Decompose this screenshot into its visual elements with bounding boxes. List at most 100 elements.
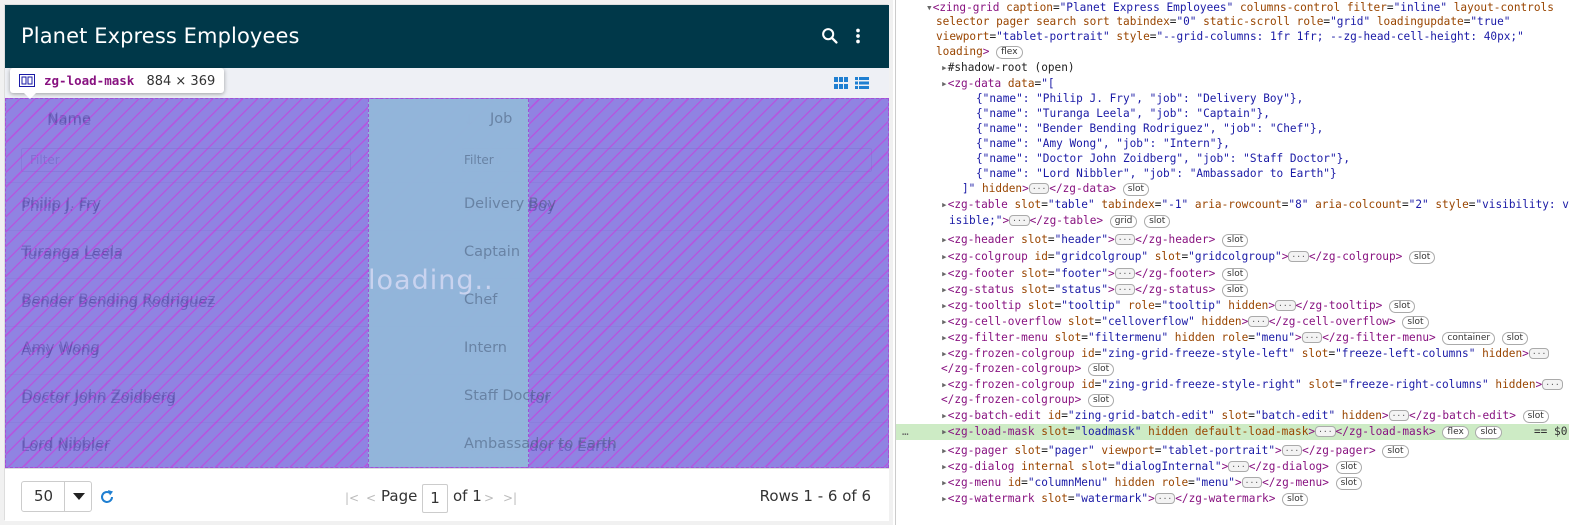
devtools-elements-panel: ▾<zing-grid caption="Planet Express Empl…: [895, 0, 1569, 525]
dom-line: isible;"> ··· </zg-table> grid slot: [949, 213, 1569, 229]
grid-caption: Planet Express Employees: [21, 24, 300, 48]
dom-line: ]" hidden> ··· </zg-data> slot: [962, 181, 1569, 197]
ghost-header-job: Job: [490, 111, 513, 127]
page-label: Page: [381, 487, 418, 505]
dom-line[interactable]: [936, 507, 1569, 523]
pager: 50 |< < Page 1 of 1 > >| Rows 1 - 6 of 6: [5, 468, 889, 521]
load-mask-highlight: Name Job Filter Philip J. Fry Delivery B…: [5, 98, 889, 468]
slot-badge[interactable]: slot: [1389, 300, 1416, 313]
dom-line: {"name": "Philip J. Fry", "job": "Delive…: [976, 92, 1304, 105]
slot-badge[interactable]: slot: [1335, 461, 1362, 474]
last-page-icon[interactable]: >|: [503, 491, 517, 505]
ghost-cell: Turanga Leela: [22, 244, 124, 260]
tooltip-tag: zg-load-mask: [44, 73, 135, 88]
row-layout-icon[interactable]: [854, 75, 870, 91]
flex-container-icon: [19, 74, 35, 87]
dom-line: </zg-frozen-colgroup> slot: [941, 361, 1569, 377]
caption-bar: Planet Express Employees: [5, 5, 889, 68]
slot-badge[interactable]: slot: [1222, 234, 1249, 247]
zing-grid: Planet Express Employees Name Job Filter…: [4, 4, 889, 521]
dom-line: {"name": "Turanga Leela", "job": "Captai…: [976, 107, 1270, 120]
loading-text: loading..: [368, 265, 494, 296]
page-total: of 1: [453, 487, 482, 505]
search-icon[interactable]: [819, 25, 841, 47]
dom-line[interactable]: ▸<zg-colgroup id="gridcolgroup" slot="gr…: [941, 249, 1569, 265]
select-divider: [64, 482, 65, 511]
ghost-cell: Delivery Boy: [464, 196, 557, 212]
dom-line[interactable]: ▸<zg-table slot="table" tabindex="-1" ar…: [941, 197, 1569, 213]
slot-badge[interactable]: slot: [1335, 477, 1362, 490]
slot-badge[interactable]: slot: [1475, 426, 1502, 439]
more-vert-icon[interactable]: [847, 25, 869, 47]
dom-line: loading> flex: [936, 44, 1569, 60]
dom-line[interactable]: ▸<zg-frozen-colgroup id="zing-grid-freez…: [941, 346, 1569, 362]
slot-badge[interactable]: slot: [1087, 394, 1115, 407]
dom-line: viewport="tablet-portrait" style="--grid…: [936, 30, 1524, 43]
ghost-cell: Doctor John Zoidberg: [22, 388, 177, 404]
dom-line[interactable]: ▸<zg-frozen-colgroup id="zing-grid-freez…: [941, 377, 1569, 393]
dom-line[interactable]: ▸<zg-tooltip slot="tooltip" role="toolti…: [941, 298, 1569, 314]
slot-badge[interactable]: slot: [1222, 268, 1249, 281]
dom-line[interactable]: ▸<zg-batch-edit id="zing-grid-batch-edit…: [941, 408, 1569, 424]
dom-line[interactable]: ▸<zg-watermark slot="watermark"> ··· </zg-…: [941, 491, 1569, 507]
slot-badge[interactable]: slot: [1222, 284, 1249, 297]
slot-badge[interactable]: slot: [1122, 183, 1149, 196]
gutter-ellipsis[interactable]: …: [902, 424, 909, 440]
dom-line[interactable]: ▸<zg-pager slot="pager" viewport="tablet…: [941, 443, 1569, 459]
flex-badge[interactable]: flex: [1442, 426, 1469, 439]
prev-page-icon[interactable]: <: [366, 491, 376, 505]
slot-badge[interactable]: slot: [1382, 445, 1409, 458]
dom-line[interactable]: ▸<zg-status slot="status"> ··· </zg-status…: [941, 282, 1569, 298]
card-layout-icon[interactable]: [833, 75, 849, 91]
tooltip-size: 884 × 369: [146, 74, 216, 89]
slot-badge[interactable]: slot: [1409, 251, 1436, 264]
dom-line[interactable]: ▸<zg-cell-overflow slot="celloverflow" h…: [941, 314, 1569, 330]
caret-down-icon: [73, 493, 85, 500]
inspect-tooltip: zg-load-mask 884 × 369: [10, 68, 225, 99]
dom-line[interactable]: ▸<zg-header slot="header"> ··· </zg-header…: [941, 232, 1569, 248]
container-badge[interactable]: container: [1442, 332, 1496, 345]
expand-triangle-icon[interactable]: ▸: [941, 61, 948, 74]
slot-badge[interactable]: slot: [1282, 493, 1309, 506]
ghost-cell: Intern: [464, 340, 507, 356]
ghost-cell: Ambassador to Earth: [464, 436, 617, 452]
dom-line[interactable]: ▸<zg-footer slot="footer"> ··· </zg-footer…: [941, 266, 1569, 282]
dom-line[interactable]: ▸<zg-menu id="columnMenu" hidden role="m…: [941, 475, 1569, 491]
grid-badge[interactable]: grid: [1109, 215, 1138, 228]
expand-triangle-icon[interactable]: ▾: [926, 1, 933, 14]
dom-line: </zg-frozen-colgroup> slot: [941, 392, 1569, 408]
page-size-value: 50: [34, 487, 54, 505]
dom-line: {"name": "Amy Wong", "job": "Intern"},: [976, 137, 1230, 150]
dom-line[interactable]: ▸<zg-data data="[: [941, 76, 1569, 92]
first-page-icon[interactable]: |<: [345, 491, 359, 505]
ghost-cell: Captain: [464, 244, 521, 260]
dom-line: selector pager search sort tabindex="0" …: [936, 15, 1511, 28]
page-size-select[interactable]: 50: [21, 481, 92, 512]
dom-line[interactable]: ▸<zg-dialog internal slot="dialogInterna…: [941, 459, 1569, 475]
ghost-cell: Staff Doctor: [464, 388, 551, 404]
grid-preview: Planet Express Employees Name Job Filter…: [0, 0, 893, 525]
ghost-cell: Philip J. Fry: [22, 196, 102, 212]
flex-badge[interactable]: flex: [996, 46, 1023, 59]
slot-badge[interactable]: slot: [1144, 215, 1171, 228]
slot-badge[interactable]: slot: [1402, 316, 1429, 329]
ghost-filter: Filter: [464, 153, 494, 167]
ghost-cell: Amy Wong: [22, 340, 100, 356]
ghost-cell: Bender Bending Rodriguez: [22, 292, 216, 308]
slot-badge[interactable]: slot: [1087, 363, 1115, 376]
reload-icon[interactable]: [99, 489, 115, 505]
slot-badge[interactable]: slot: [1522, 410, 1549, 423]
dom-line: {"name": "Doctor John Zoidberg", "job": …: [976, 152, 1351, 165]
slot-badge[interactable]: slot: [1501, 332, 1528, 345]
console-ref: == $0: [1534, 425, 1568, 438]
ghost-cell: Lord Nibbler: [22, 436, 111, 452]
dom-line: {"name": "Lord Nibbler", "job": "Ambassa…: [976, 167, 1337, 180]
dom-line: {"name": "Bender Bending Rodriguez", "jo…: [976, 122, 1324, 135]
page-input[interactable]: 1: [422, 484, 448, 513]
next-page-icon[interactable]: >: [484, 491, 494, 505]
rows-status: Rows 1 - 6 of 6: [759, 487, 871, 505]
dom-line-selected[interactable]: … ▸<zg-load-mask slot="loadmask" hidden d…: [896, 424, 1569, 440]
tooltip-arrow: [23, 92, 37, 99]
dom-line[interactable]: ▸<zg-filter-menu slot="filtermenu" hidde…: [941, 330, 1569, 346]
dom-line[interactable]: ▸#shadow-root (open): [941, 60, 1569, 76]
